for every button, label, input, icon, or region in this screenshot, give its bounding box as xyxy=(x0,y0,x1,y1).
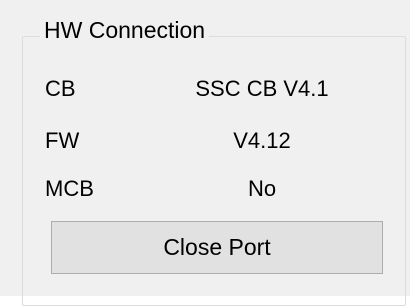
hw-connection-panel: HW Connection CB SSC CB V4.1 FW V4.12 MC… xyxy=(0,0,410,306)
mcb-value: No xyxy=(247,176,277,201)
fw-value: V4.12 xyxy=(233,128,291,153)
cb-label: CB xyxy=(45,76,76,101)
groupbox-title: HW Connection xyxy=(40,16,210,44)
close-port-button[interactable]: Close Port xyxy=(51,221,383,274)
fw-label: FW xyxy=(45,128,80,153)
close-port-button-label: Close Port xyxy=(163,234,271,260)
cb-value: SSC CB V4.1 xyxy=(195,76,329,101)
mcb-label: MCB xyxy=(45,176,94,201)
cb-row: CB SSC CB V4.1 xyxy=(0,74,410,104)
mcb-row: MCB No xyxy=(0,174,410,204)
fw-row: FW V4.12 xyxy=(0,126,410,156)
